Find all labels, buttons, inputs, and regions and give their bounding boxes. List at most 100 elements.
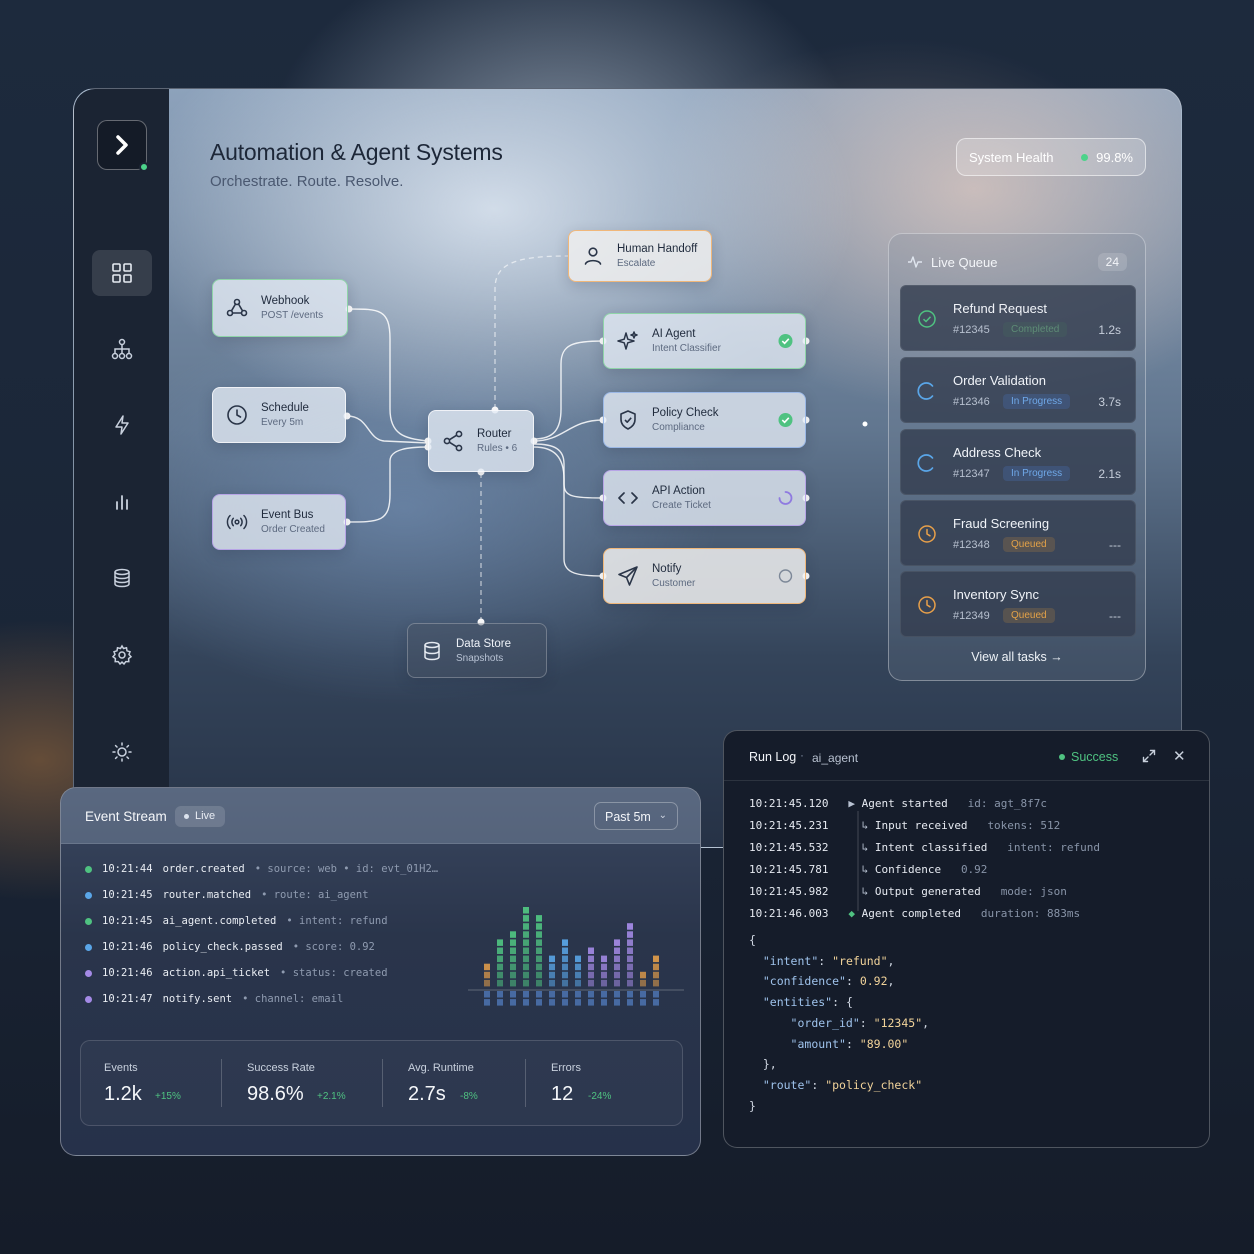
task-id: #12346 [953,396,990,408]
time-range-select[interactable]: Past 5m ⌄ [594,802,678,830]
histogram-cell [627,939,633,946]
log-time: 10:21:45.231 [749,819,829,832]
histogram-base-cell [588,999,594,1006]
event-dot [85,891,92,899]
node-subtitle: Rules • 6 [477,443,518,454]
event-row[interactable]: 10:21:46 action.api_ticket • status: cre… [85,965,388,981]
log-marker: ↳ [828,841,875,854]
status-badge: Queued [1003,537,1055,552]
event-row[interactable]: 10:21:45 router.matched • route: ai_agen… [85,887,369,903]
queue-task[interactable]: Inventory Sync #12349 Queued --- [900,571,1136,637]
node-subtitle: Compliance [652,422,705,433]
user-icon [581,244,605,268]
metric-delta: +15% [155,1091,181,1102]
run-log-agent: ai_agent [812,751,859,765]
log-time: 10:21:45.532 [749,841,829,854]
live-queue-panel: Live Queue 24 Refund Request #12345 Comp… [888,233,1146,681]
node-title: Router [477,428,512,440]
histogram-base-cell [497,991,503,998]
event-name: action.api_ticket [162,967,271,979]
log-time: 10:21:45.982 [749,885,829,898]
node-subtitle: Every 5m [261,417,304,428]
log-time: 10:21:45.120 [749,797,829,810]
json-line: "order_id": "12345", [790,1015,930,1030]
task-duration: 1.2s [1098,323,1121,337]
event-meta: • status: created [280,967,388,979]
node-title: Human Handoff [617,243,698,255]
histogram-cell [614,979,620,987]
clock-icon [225,403,249,427]
event-row[interactable]: 10:21:47 notify.sent • channel: email [85,991,343,1007]
log-line: 10:21:45.781 ↳ Confidence 0.92 [749,863,987,876]
queue-task[interactable]: Fraud Screening #12348 Queued --- [900,500,1136,566]
node-webhook[interactable]: Webhook POST /events [212,279,348,337]
log-message: Input received [874,819,988,832]
expand-icon[interactable] [1142,749,1156,763]
histogram-base-cell [653,991,659,998]
node-title: Webhook [261,295,310,307]
event-dot [85,865,92,873]
node-ai-agent[interactable]: AI Agent Intent Classifier [603,313,806,369]
check-circle-icon [918,310,936,328]
shield-check-icon [616,408,640,432]
node-subtitle: Intent Classifier [652,343,721,354]
view-all-tasks-link[interactable]: View all tasks → [889,650,1145,664]
event-row[interactable]: 10:21:46 policy_check.passed • score: 0.… [85,939,375,955]
histogram-cell [575,971,581,979]
node-data-store[interactable]: Data Store Snapshots [407,623,547,678]
log-meta: duration: 883ms [980,907,1081,920]
histogram-cell [523,923,529,930]
node-schedule[interactable]: Schedule Every 5m [212,387,346,443]
node-notify[interactable]: Notify Customer [603,548,806,604]
event-dot [85,995,92,1003]
log-meta: id: agt_8f7c [967,797,1048,810]
json-value: "12345" [873,1015,923,1030]
histogram-cell [497,963,503,971]
log-line: 10:21:46.003 ◆ Agent completed duration:… [749,907,1080,920]
log-marker: ↳ [828,885,875,898]
metric-divider [382,1059,383,1107]
status-badge: In Progress [1003,466,1071,481]
node-title: AI Agent [652,328,696,340]
live-queue-title: Live Queue [931,254,998,270]
histogram-cell [588,947,594,954]
histogram-cell [601,955,607,963]
node-api-action[interactable]: API Action Create Ticket [603,470,806,526]
run-status: Success [1059,750,1118,764]
queue-task[interactable]: Refund Request #12345 Completed 1.2s [900,285,1136,351]
metric-divider [221,1059,222,1107]
event-row[interactable]: 10:21:45 ai_agent.completed • intent: re… [85,913,388,929]
json-line: "route": "policy_check" [762,1077,923,1092]
node-human-handoff[interactable]: Human Handoff Escalate [568,230,712,282]
event-time: 10:21:45 [102,915,153,927]
event-meta: • intent: refund [286,915,388,927]
json-value: "policy_check" [825,1077,923,1092]
node-router[interactable]: Router Rules • 6 [428,410,534,472]
histogram-base-cell [484,999,490,1006]
node-policy-check[interactable]: Policy Check Compliance [603,392,806,448]
database-icon [420,639,444,663]
event-name: router.matched [162,889,252,901]
task-name: Inventory Sync [953,587,1039,602]
histogram-cell [627,923,633,930]
histogram-cell [536,939,542,946]
queue-task[interactable]: Order Validation #12346 In Progress 3.7s [900,357,1136,423]
event-time: 10:21:47 [102,993,153,1005]
close-icon[interactable]: ✕ [1173,747,1186,765]
node-event-bus[interactable]: Event Bus Order Created [212,494,346,550]
metric-label: Errors [551,1062,581,1074]
log-message: Intent classified [874,841,1008,854]
task-duration: --- [1109,609,1121,623]
event-row[interactable]: 10:21:44 order.created • source: web • i… [85,861,438,877]
queue-task[interactable]: Address Check #12347 In Progress 2.1s [900,429,1136,495]
histogram-base-cell [510,999,516,1006]
json-key: "entities" [762,995,833,1010]
json-line: "intent": "refund", [762,953,895,968]
loading-spinner-icon [917,454,934,472]
histogram-base-cell [588,991,594,998]
histogram-cell [497,947,503,954]
node-subtitle: Create Ticket [652,500,711,511]
metric-value: 12 [551,1083,574,1105]
histogram-base-cell [497,999,503,1006]
sparkle-icon [616,329,640,353]
